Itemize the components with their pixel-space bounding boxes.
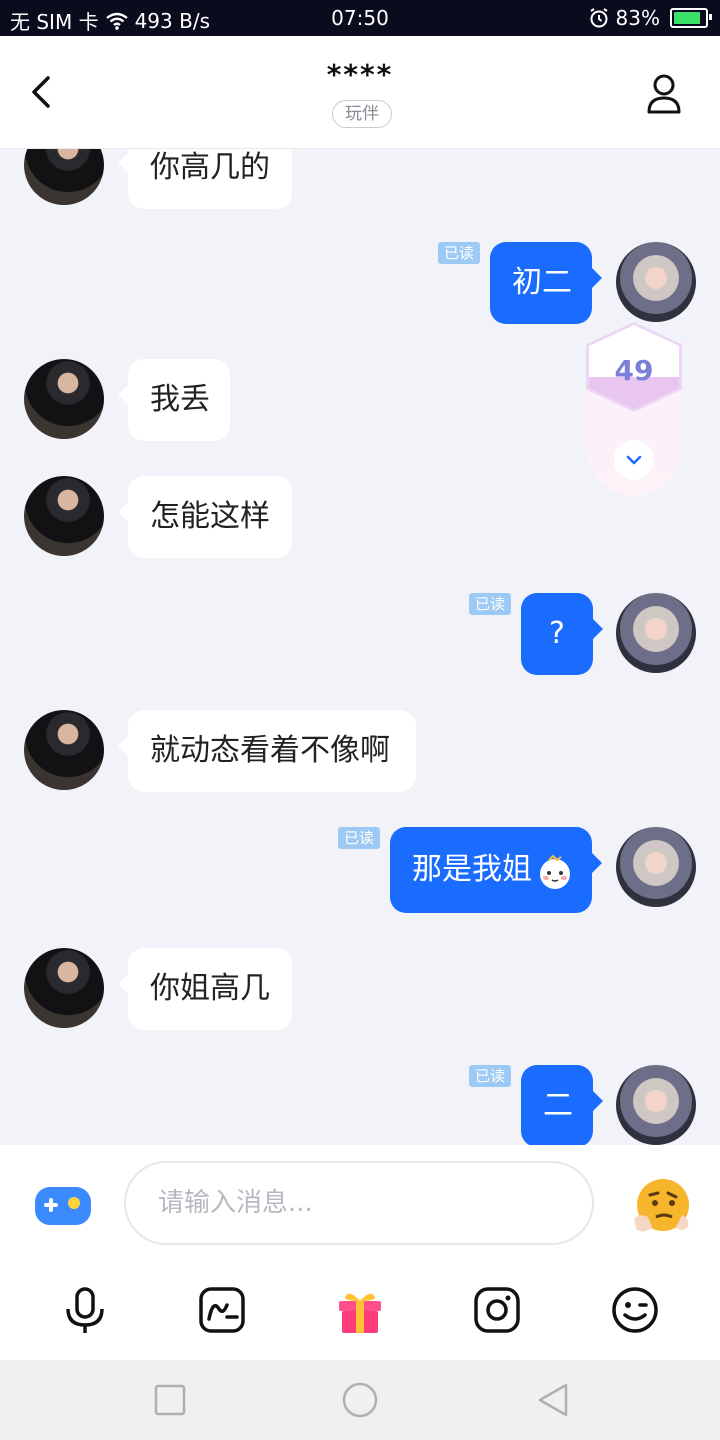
read-badge: 已读 [469,1065,512,1087]
my-avatar[interactable] [616,242,696,322]
composer: 请输入消息... [0,1145,720,1360]
emoji-icon[interactable] [610,1285,660,1335]
input-placeholder: 请输入消息... [158,1188,313,1218]
message-bubble[interactable]: 就动态看着不像啊 [118,710,416,792]
message-left: 就动态看着不像啊 [0,710,720,794]
message-right: 已读 二 [0,1065,720,1145]
read-badge: 已读 [338,827,381,849]
message-bubble[interactable]: 怎能这样 [118,476,292,558]
my-avatar[interactable] [616,827,696,907]
clock: 07:50 [331,6,389,30]
relationship-tag: 玩伴 [332,100,392,128]
message-right: 已读 初二 [0,242,720,326]
alarm-icon [589,8,608,28]
message-left: 你姐高几 [0,948,720,1032]
message-text: 那是我姐 [412,852,532,887]
contact-avatar[interactable] [24,476,104,556]
sticker-face-icon [540,854,570,889]
message-bubble[interactable]: 二 [521,1065,603,1145]
camera-icon[interactable] [472,1285,522,1335]
my-avatar[interactable] [616,1065,696,1145]
recent-apps-button[interactable] [154,1384,186,1416]
chat-title: **** [326,58,394,91]
contact-avatar[interactable] [24,710,104,790]
battery-percent: 83% [615,6,660,30]
home-button[interactable] [341,1381,379,1419]
unread-counter[interactable]: 49 [586,322,682,496]
system-nav-bar [0,1360,720,1440]
profile-icon[interactable] [644,72,684,116]
message-list[interactable]: 你高几的 已读 初二 我丢 怎能这样 已读 ? 就动态看着不像啊 已读 那是我姐… [0,149,720,1145]
contact-avatar[interactable] [24,149,104,205]
contact-avatar[interactable] [24,359,104,439]
mic-icon[interactable] [60,1285,110,1335]
message-bubble[interactable]: 那是我姐 [390,827,602,913]
message-right: 已读 那是我姐 [0,827,720,917]
my-avatar[interactable] [616,593,696,673]
status-bar: 无 SIM 卡 493 B/s 07:50 83% [0,0,720,36]
chevron-down-icon [626,455,642,465]
message-bubble[interactable]: 你姐高几 [118,948,292,1030]
thinking-emoji-icon[interactable] [630,1175,692,1237]
message-bubble[interactable]: 初二 [490,242,602,324]
battery-icon [670,8,712,28]
scroll-down-button[interactable] [614,440,654,480]
gift-icon[interactable] [335,1285,385,1335]
doodle-icon[interactable] [197,1285,247,1335]
message-bubble[interactable]: 我丢 [118,359,230,441]
read-badge: 已读 [469,593,512,615]
message-right: 已读 ? [0,593,720,677]
chat-header: **** 玩伴 [0,36,720,149]
unread-count: 49 [614,354,654,387]
game-controller-icon[interactable] [34,1181,92,1231]
message-left: 你高几的 [0,149,720,209]
message-bubble[interactable]: 你高几的 [118,149,292,209]
message-input[interactable]: 请输入消息... [124,1161,594,1245]
contact-avatar[interactable] [24,948,104,1028]
message-bubble[interactable]: ? [521,593,603,675]
read-badge: 已读 [438,242,481,264]
back-nav-button[interactable] [536,1382,570,1418]
